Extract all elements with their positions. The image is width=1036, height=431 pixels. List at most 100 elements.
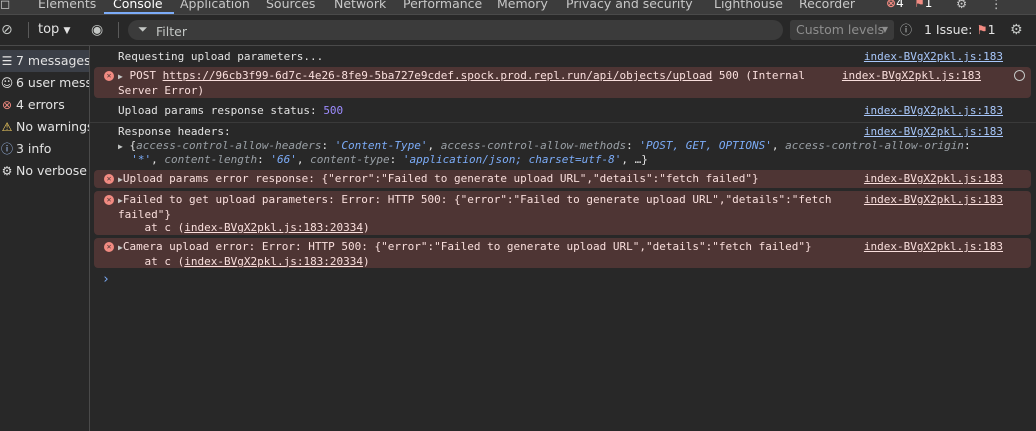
console-toolbar: ⊘ top ▼ ◉ ⏷ Custom levels ▼ ⓘ 1 Issue: ⚑… — [0, 15, 1036, 46]
devtools-tab-bar: ◻ Elements Console Application Sources N… — [0, 0, 1036, 15]
tab-recorder[interactable]: Recorder — [799, 0, 855, 11]
log-levels-dropdown[interactable]: Custom levels ▼ — [790, 20, 894, 40]
stack-prefix: at c ( — [118, 221, 185, 234]
message-label: Upload params response status: — [118, 104, 324, 117]
source-link[interactable]: index-BVgX2pkl.js:183 — [864, 193, 1003, 207]
filter-input[interactable] — [154, 20, 758, 42]
tab-elements[interactable]: Elements — [38, 0, 96, 11]
console-message-error: ✕ ▶Camera upload error: Error: HTTP 500:… — [94, 238, 1031, 268]
stack-suffix: ) — [363, 254, 370, 268]
clear-console-icon[interactable]: ⊘ — [1, 15, 13, 45]
console-message-error: ✕ ▶Failed to get upload parameters: Erro… — [94, 191, 1031, 235]
sidebar-item-errors[interactable]: ⊗ 4 errors — [0, 94, 89, 116]
object-value: 'Content-Type' — [334, 138, 428, 152]
tab-console[interactable]: Console — [113, 0, 163, 11]
flag-icon: ⚑ — [976, 22, 988, 37]
console-message-error: ✕ ▶Upload params error response: {"error… — [94, 170, 1031, 188]
object-key: access-control-allow-headers — [136, 138, 322, 152]
warning-count-badge[interactable]: ⚑1 — [914, 0, 932, 10]
error-count-badge[interactable]: ⊗4 — [886, 0, 904, 10]
error-icon: ✕ — [104, 71, 114, 81]
source-link[interactable]: index-BVgX2pkl.js:183 — [864, 172, 1003, 186]
user-icon: ☺ — [0, 76, 14, 90]
sidebar-item-info[interactable]: ⓘ 3 info — [0, 138, 89, 160]
error-icon: ⊗ — [886, 0, 897, 10]
console-message-log: Response headers: ▶ {access-control-allo… — [94, 123, 1031, 167]
error-text: Camera upload error: Error: HTTP 500: {"… — [122, 240, 812, 253]
request-url-link[interactable]: https://96cb3f99-6d7c-4e26-8fe9-5ba727e9… — [163, 69, 713, 82]
issues-count: 1 — [987, 22, 996, 37]
tab-sources[interactable]: Sources — [266, 0, 315, 11]
toolbar-divider — [28, 22, 29, 38]
active-tab-indicator — [104, 12, 174, 14]
expand-triangle-icon[interactable]: ▶ — [118, 72, 123, 81]
sidebar-item-label: 3 info — [16, 141, 52, 156]
message-text: ▶Failed to get upload parameters: Error:… — [118, 193, 831, 235]
sidebar-item-label: No verbose — [16, 163, 87, 178]
object-key: content-type — [310, 153, 390, 166]
tab-privacy-and-security[interactable]: Privacy and security — [566, 0, 693, 11]
source-link[interactable]: index-BVgX2pkl.js:183 — [864, 240, 1003, 254]
tab-application[interactable]: Application — [180, 0, 250, 11]
settings-icon[interactable]: ⚙ — [956, 0, 967, 11]
panel-icon[interactable]: ◻ — [0, 0, 10, 11]
stack-frame-link[interactable]: index-BVgX2pkl.js:183:20334 — [184, 255, 363, 268]
console-message-log: Upload params response status: 500 index… — [94, 102, 1031, 120]
list-icon: ☰ — [1, 54, 13, 68]
object-key: access-control-allow-origin — [785, 138, 964, 152]
expand-triangle-icon[interactable]: ▶ — [118, 142, 123, 151]
tab-lighthouse[interactable]: Lighthouse — [714, 0, 783, 11]
source-link[interactable]: index-BVgX2pkl.js:183 — [864, 50, 1003, 64]
console-message-log: Requesting upload parameters... index-BV… — [94, 48, 1031, 66]
tab-performance[interactable]: Performance — [403, 0, 482, 11]
log-levels-label: Custom levels — [796, 22, 885, 37]
tab-network[interactable]: Network — [334, 0, 386, 11]
message-text: ▶Camera upload error: Error: HTTP 500: {… — [118, 240, 812, 268]
network-request-icon[interactable] — [1014, 70, 1025, 81]
sidebar-item-warnings[interactable]: ⚠ No warnings — [0, 116, 89, 138]
eye-icon[interactable]: ◉ — [91, 15, 103, 45]
sidebar-item-verbose[interactable]: ⚙ No verbose — [0, 160, 89, 182]
object-key: content-length — [164, 153, 258, 166]
tab-memory[interactable]: Memory — [497, 0, 548, 11]
warning-count: 1 — [924, 0, 933, 10]
verbose-icon: ⚙ — [1, 164, 13, 178]
message-text: Requesting upload parameters... — [118, 50, 324, 63]
stack-frame-link[interactable]: index-BVgX2pkl.js:183:20334 — [184, 221, 363, 234]
error-text: Upload params error response: {"error":"… — [122, 172, 759, 185]
object-value: '66' — [270, 153, 297, 166]
console-prompt-icon[interactable]: › — [102, 272, 110, 287]
more-options-icon[interactable]: ⋮ — [990, 0, 1003, 11]
sidebar-item-messages[interactable]: ☰ 7 messages — [0, 50, 89, 72]
error-icon: ✕ — [104, 174, 114, 184]
toolbar-divider — [118, 22, 119, 38]
object-value: 'application/json; charset=utf-8' — [402, 153, 622, 166]
sidebar-item-user-messages[interactable]: ☺ 6 user messages — [0, 72, 89, 94]
error-icon: ⊗ — [1, 98, 13, 112]
error-count: 4 — [896, 0, 904, 10]
source-link[interactable]: index-BVgX2pkl.js:183 — [842, 69, 981, 83]
sidebar-item-label: 7 messages — [16, 53, 89, 68]
console-messages: Requesting upload parameters... index-BV… — [90, 46, 1036, 431]
message-text: Response headers: ▶ {access-control-allo… — [118, 125, 971, 166]
source-link[interactable]: index-BVgX2pkl.js:183 — [864, 125, 1003, 139]
sidebar-item-label: 6 user messages — [16, 75, 89, 90]
request-method: POST — [129, 69, 156, 82]
issues-counter[interactable]: 1 Issue: ⚑1 — [924, 15, 996, 45]
stack-suffix: ) — [363, 221, 370, 234]
issues-label: 1 Issue: — [924, 22, 973, 37]
error-icon: ✕ — [104, 195, 114, 205]
console-settings-icon[interactable]: ⚙ — [1010, 15, 1023, 45]
context-selector[interactable]: top ▼ — [38, 15, 70, 46]
stack-prefix: at c ( — [118, 254, 185, 268]
source-link[interactable]: index-BVgX2pkl.js:183 — [864, 104, 1003, 118]
filter-icon: ⏷ — [138, 22, 148, 36]
sidebar-item-label: No warnings — [16, 119, 89, 134]
info-icon: ⓘ — [0, 142, 13, 156]
object-value: '*' — [131, 153, 152, 166]
console-sidebar: ☰ 7 messages ☺ 6 user messages ⊗ 4 error… — [0, 46, 90, 431]
message-text: ▶ POST https://96cb3f99-6d7c-4e26-8fe9-5… — [118, 69, 805, 97]
caret-down-icon: ▼ — [63, 26, 71, 36]
context-label: top — [38, 22, 60, 37]
info-icon[interactable]: ⓘ — [900, 15, 912, 45]
